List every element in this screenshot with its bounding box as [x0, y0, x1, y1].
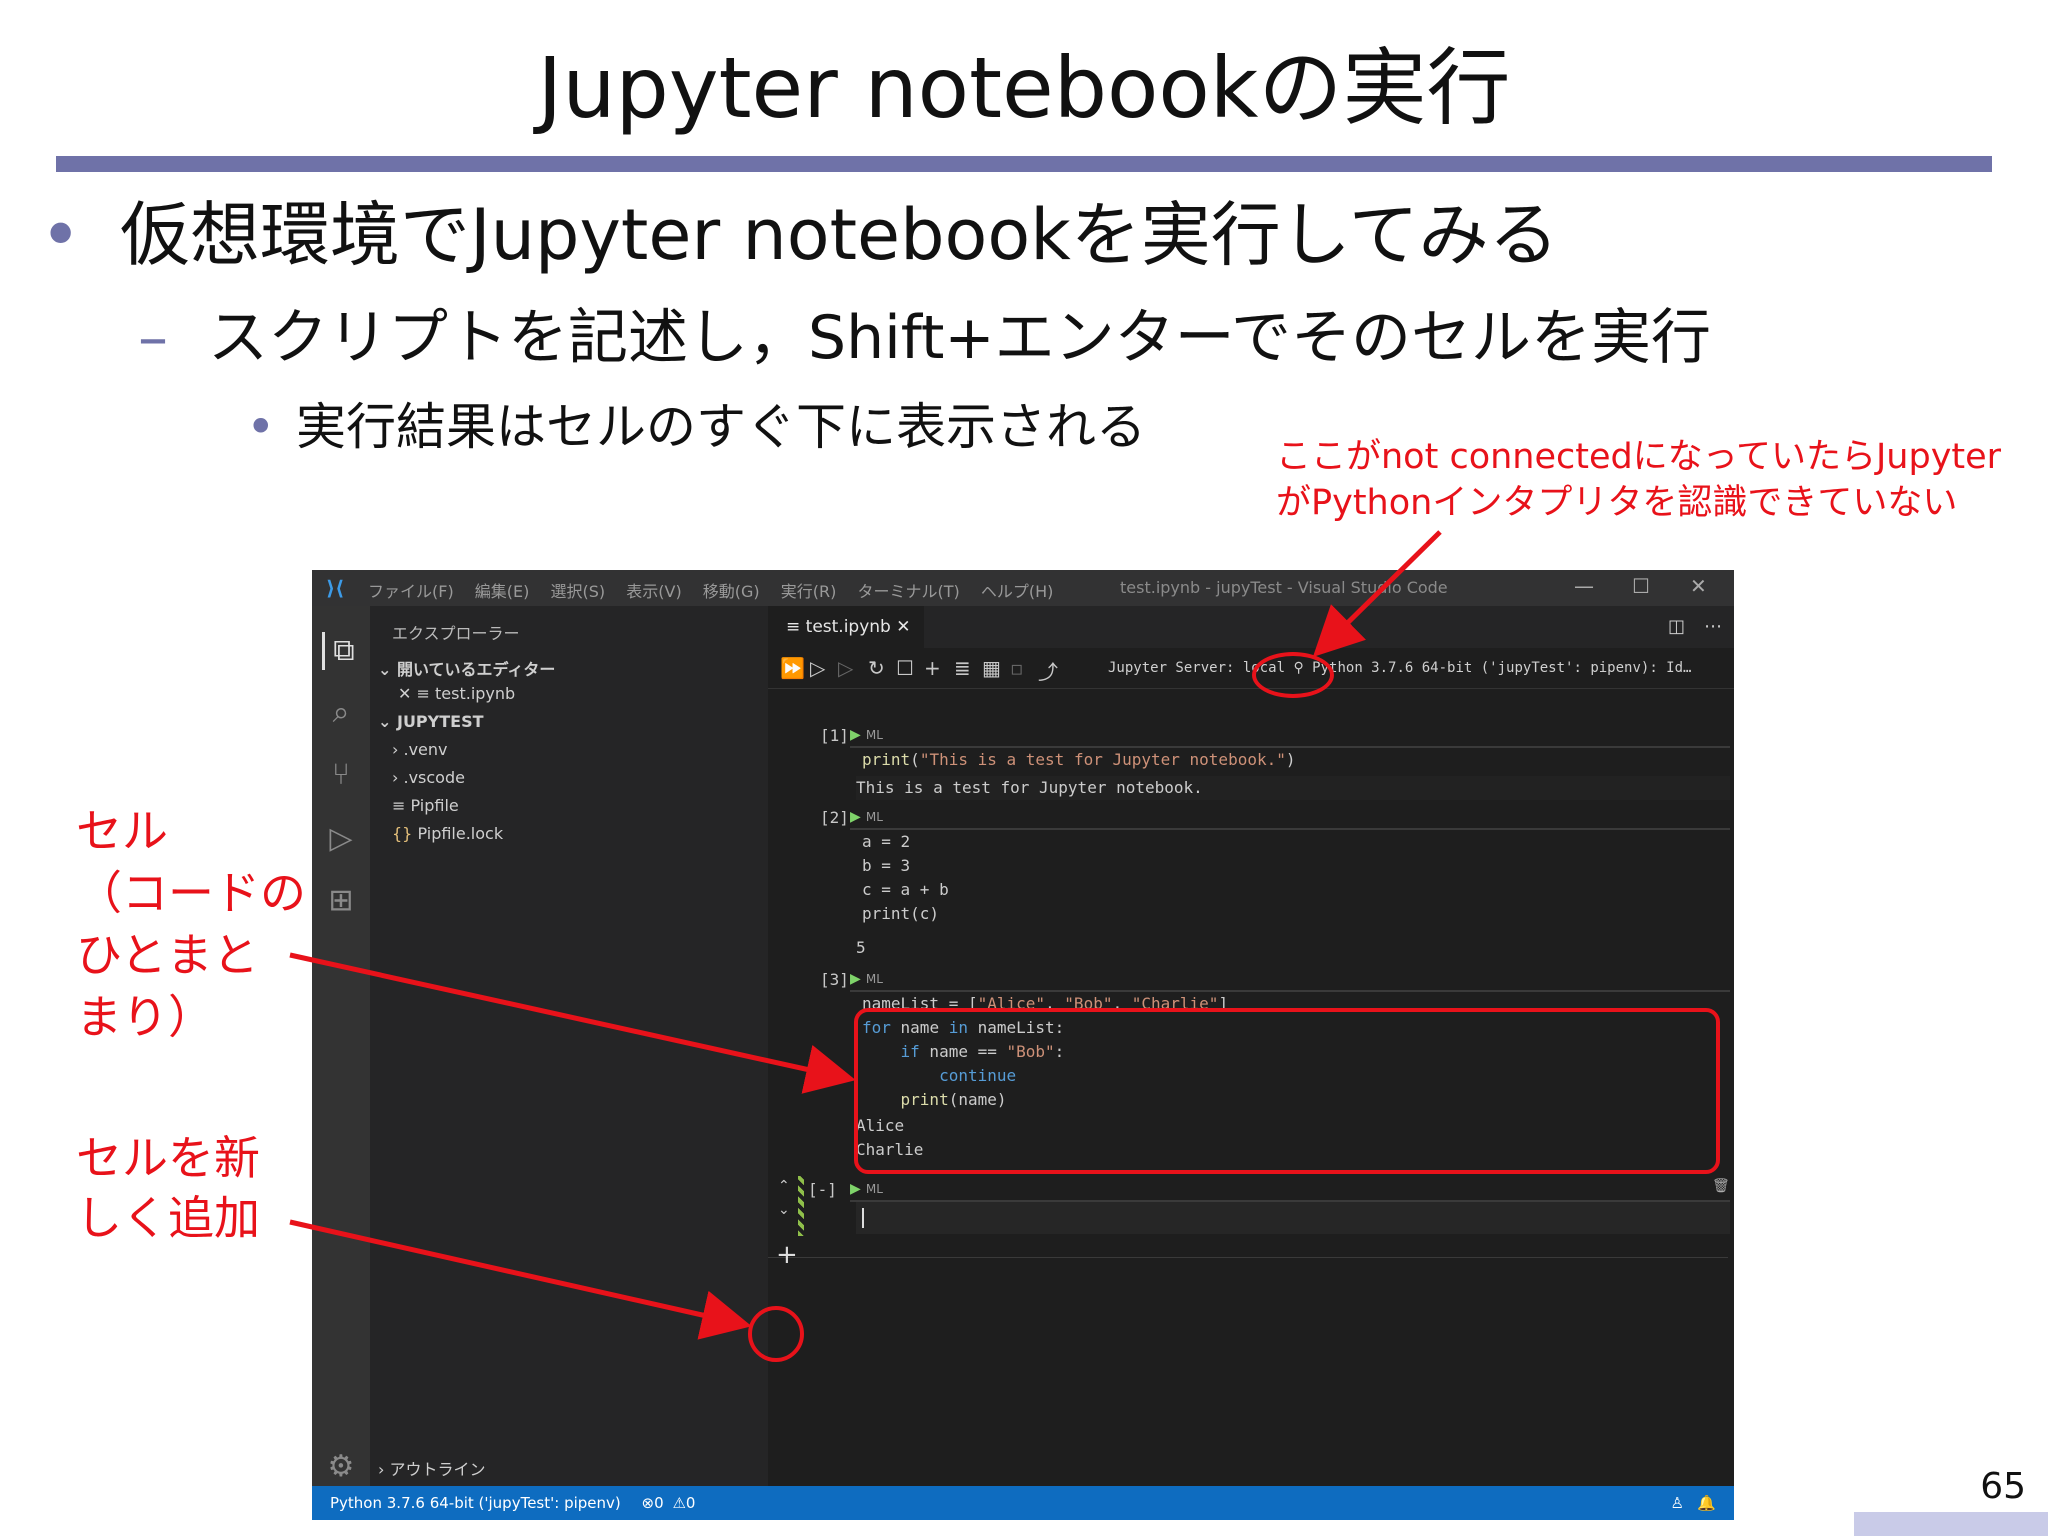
- arrow-to-add-cell: [289, 1219, 752, 1340]
- arrow-to-server: [1312, 530, 1442, 658]
- arrow-to-cell: [289, 952, 856, 1094]
- annotation-arrows: [289, 530, 1442, 1340]
- corner-decoration: [1854, 1512, 2048, 1536]
- page-number: 65: [1980, 1466, 2026, 1507]
